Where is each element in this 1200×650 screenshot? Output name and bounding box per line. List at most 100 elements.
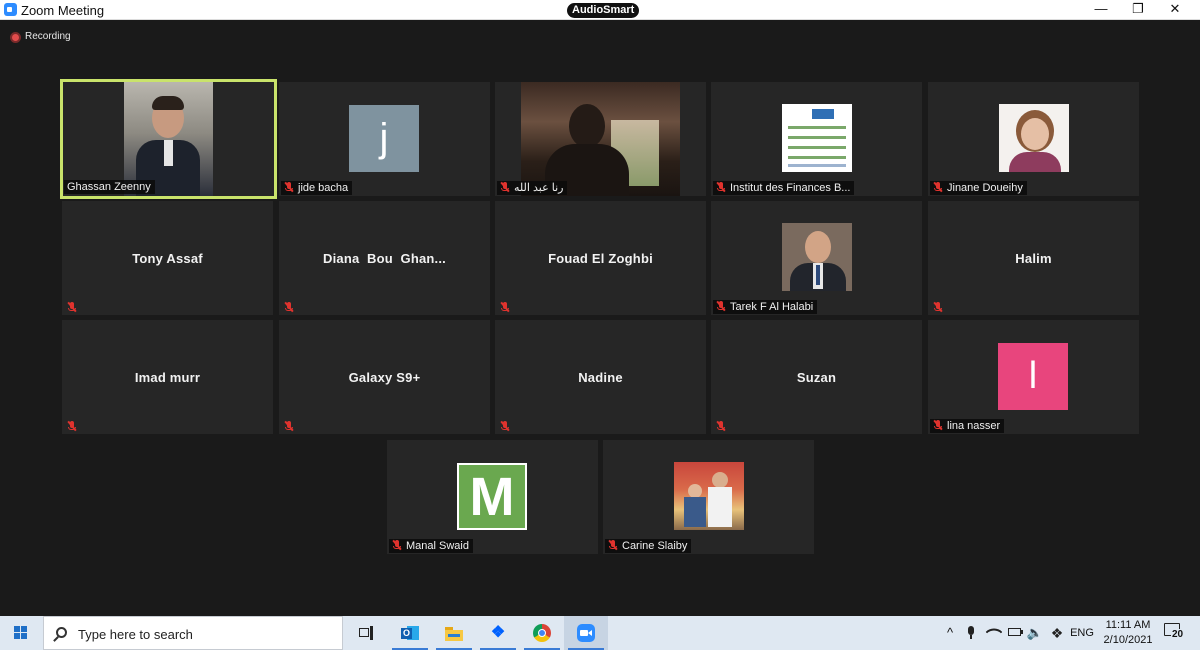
participant-tile[interactable]: Suzan	[711, 320, 922, 434]
muted-mic-icon	[67, 301, 77, 313]
muted-mic-icon	[608, 539, 618, 551]
microphone-icon[interactable]	[963, 616, 979, 650]
participant-display-name: Nadine	[578, 370, 623, 385]
outlook-icon: O	[401, 624, 419, 642]
participant-tile[interactable]: Galaxy S9+	[279, 320, 490, 434]
search-icon	[56, 627, 67, 638]
show-hidden-icons-chevron-icon[interactable]: ^	[942, 616, 958, 650]
muted-mic-icon	[500, 420, 510, 432]
participant-display-name: Suzan	[796, 370, 837, 385]
muted-mic-icon	[500, 181, 510, 193]
muted-mic-icon	[284, 181, 294, 193]
participant-name: Tarek F Al Halabi	[730, 301, 814, 313]
muted-mic-icon	[716, 300, 726, 312]
file-explorer-taskbar-app[interactable]	[432, 616, 476, 650]
participant-name-label: Carine Slaiby	[605, 539, 692, 553]
participant-tile[interactable]: Tarek F Al Halabi	[711, 201, 922, 315]
participant-tile[interactable]: M Manal Swaid	[387, 440, 598, 554]
zoom-app-icon	[4, 3, 17, 16]
clock-time: 11:11 AM	[1105, 619, 1151, 631]
participant-display-name: Halim	[1015, 251, 1052, 266]
zoom-icon	[577, 624, 595, 642]
wifi-icon[interactable]	[985, 616, 1003, 650]
participant-name-label: رنا عبد الله	[497, 181, 568, 195]
participant-name-label: jide bacha	[281, 181, 353, 195]
window-title: Zoom Meeting	[21, 3, 105, 18]
participant-display-name: Diana Bou Ghan...	[323, 251, 446, 266]
recording-indicator[interactable]: Recording	[10, 30, 71, 44]
participant-name: Ghassan Zeenny	[67, 181, 151, 193]
participant-video	[124, 82, 213, 196]
participant-tile[interactable]: Diana Bou Ghan...	[279, 201, 490, 315]
muted-mic-icon	[284, 301, 294, 313]
participant-tile[interactable]: j jide bacha	[279, 82, 490, 196]
muted-mic-icon	[716, 420, 726, 432]
dropbox-tray-icon[interactable]: ❖	[1048, 616, 1066, 650]
participant-tile[interactable]: رنا عبد الله	[495, 82, 706, 196]
profile-picture	[782, 223, 852, 291]
profile-picture	[674, 462, 744, 530]
institute-logo-picture	[782, 104, 852, 172]
audiosmart-badge[interactable]: AudioSmart	[567, 3, 640, 18]
dropbox-taskbar-app[interactable]: ❖	[476, 616, 520, 650]
avatar-letter: l	[1028, 355, 1038, 397]
participant-name: Institut des Finances B...	[730, 182, 851, 194]
muted-mic-icon	[284, 420, 294, 432]
outlook-taskbar-app[interactable]: O	[388, 616, 432, 650]
action-center-button[interactable]: 20	[1164, 623, 1186, 643]
muted-mic-icon	[933, 181, 943, 193]
participant-name: Manal Swaid	[406, 540, 469, 552]
participant-tile[interactable]: Halim	[928, 201, 1139, 315]
window-title-bar: Zoom Meeting AudioSmart — ❐ ✕	[0, 0, 1200, 20]
participant-name-label: Institut des Finances B...	[713, 181, 855, 195]
participant-tile[interactable]: Tony Assaf	[62, 201, 273, 315]
notification-count: 20	[1171, 629, 1185, 640]
participant-name: رنا عبد الله	[514, 182, 564, 194]
task-view-icon	[357, 624, 375, 642]
muted-mic-icon	[933, 419, 943, 431]
muted-mic-icon	[392, 539, 402, 551]
zoom-taskbar-app[interactable]	[564, 616, 608, 650]
recording-dot-icon	[10, 31, 21, 43]
participant-tile[interactable]: Jinane Doueihy	[928, 82, 1139, 196]
participant-tile[interactable]: Ghassan Zeenny	[60, 79, 277, 199]
participant-tile[interactable]: l lina nasser	[928, 320, 1139, 434]
volume-icon[interactable]: 🔈	[1026, 616, 1044, 650]
avatar-letter: M	[469, 466, 515, 527]
language-indicator[interactable]: ENG	[1069, 616, 1095, 650]
muted-mic-icon	[500, 301, 510, 313]
participant-name: Carine Slaiby	[622, 540, 688, 552]
chrome-taskbar-app[interactable]	[520, 616, 564, 650]
start-button[interactable]	[0, 616, 43, 650]
muted-mic-icon	[67, 420, 77, 432]
chrome-icon	[533, 624, 551, 642]
participant-display-name: Fouad El Zoghbi	[548, 251, 653, 266]
muted-mic-icon	[716, 181, 726, 193]
search-placeholder: Type here to search	[78, 627, 193, 642]
participant-name-label: Ghassan Zeenny	[64, 180, 155, 194]
participant-tile[interactable]: Nadine	[495, 320, 706, 434]
participant-tile[interactable]: Institut des Finances B...	[711, 82, 922, 196]
windows-logo-icon	[14, 626, 28, 640]
participant-name: Jinane Doueihy	[947, 182, 1023, 194]
participant-video	[521, 82, 680, 196]
taskbar-clock[interactable]: 11:11 AM 2/10/2021	[1098, 618, 1158, 648]
profile-picture	[999, 104, 1069, 172]
battery-icon[interactable]	[1006, 616, 1024, 650]
participant-tile[interactable]: Imad murr	[62, 320, 273, 434]
taskbar-search-box[interactable]: Type here to search	[43, 616, 343, 650]
participant-name-label: Manal Swaid	[389, 539, 473, 553]
participant-name-label: lina nasser	[930, 419, 1005, 433]
recording-label: Recording	[25, 31, 71, 42]
avatar: j	[349, 105, 419, 172]
participant-tile[interactable]: Fouad El Zoghbi	[495, 201, 706, 315]
participant-name: jide bacha	[298, 182, 349, 194]
participant-display-name: Imad murr	[134, 370, 201, 385]
participant-name-label: Tarek F Al Halabi	[713, 300, 818, 314]
folder-icon	[445, 624, 463, 642]
participant-name-label: Jinane Doueihy	[930, 181, 1027, 195]
close-button[interactable]: ✕	[1152, 0, 1198, 20]
task-view-button[interactable]	[344, 616, 388, 650]
muted-mic-icon	[933, 301, 943, 313]
participant-tile[interactable]: Carine Slaiby	[603, 440, 814, 554]
